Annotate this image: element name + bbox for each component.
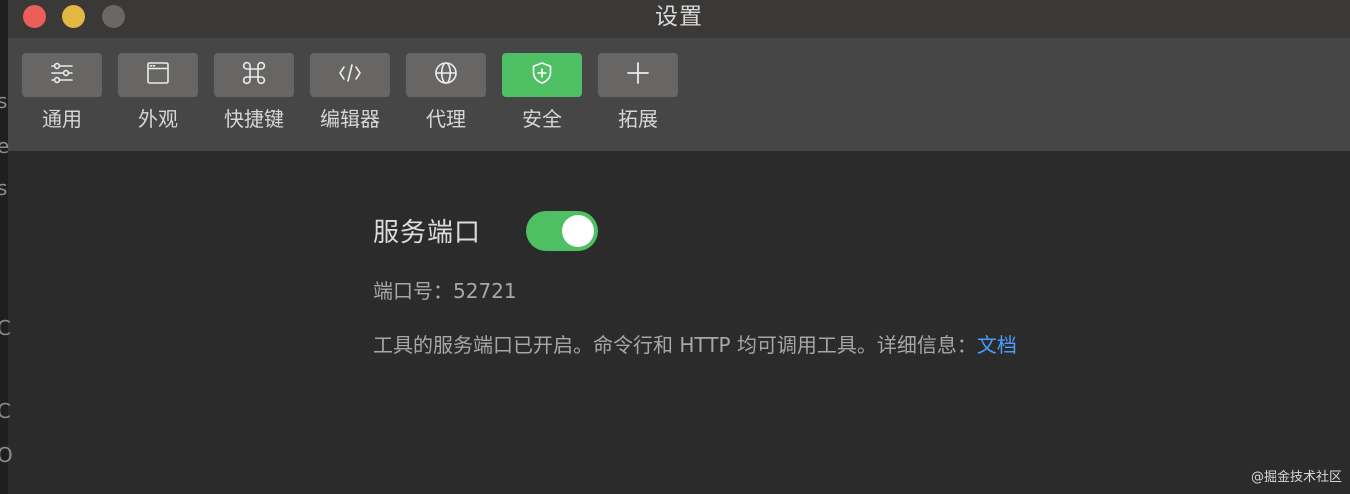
command-icon (241, 60, 267, 90)
plus-icon (625, 60, 651, 90)
tab-proxy-button[interactable] (406, 53, 486, 97)
docs-link[interactable]: 文档 (977, 333, 1017, 357)
tab-appearance-button[interactable] (118, 53, 198, 97)
tab-shortcuts-button[interactable] (214, 53, 294, 97)
tab-security-label: 安全 (522, 107, 562, 131)
tab-security-button[interactable] (502, 53, 582, 97)
edge-glyph: C (0, 399, 11, 423)
service-port-toggle[interactable] (526, 211, 598, 251)
tab-extensions[interactable]: 拓展 (598, 53, 678, 137)
tab-editor-button[interactable] (310, 53, 390, 97)
security-settings-panel: 服务端口 端口号：52721 工具的服务端口已开启。命令行和 HTTP 均可调用… (8, 151, 1350, 494)
service-description-text: 工具的服务端口已开启。命令行和 HTTP 均可调用工具。详细信息： (373, 333, 977, 357)
sliders-icon (49, 60, 75, 90)
tab-extensions-label: 拓展 (618, 107, 658, 131)
window-icon (145, 60, 171, 90)
service-description: 工具的服务端口已开启。命令行和 HTTP 均可调用工具。详细信息：文档 (373, 331, 1017, 359)
port-number-value: 52721 (453, 279, 517, 303)
tab-general-button[interactable] (22, 53, 102, 97)
tab-general-label: 通用 (42, 107, 82, 131)
shield-plus-icon (529, 60, 555, 90)
settings-window: 设置 通用 外观 快捷键 编辑器 代理 安全 拓展 服务端口 端口号：52721… (8, 0, 1350, 494)
title-bar: 设置 (8, 0, 1350, 38)
port-number-label: 端口号： (373, 279, 453, 303)
edge-glyph: O (0, 443, 13, 467)
tab-general[interactable]: 通用 (22, 53, 102, 137)
tab-security[interactable]: 安全 (502, 53, 582, 137)
tab-proxy[interactable]: 代理 (406, 53, 486, 137)
window-title: 设置 (655, 4, 703, 30)
tab-editor-label: 编辑器 (320, 107, 380, 131)
settings-toolbar: 通用 外观 快捷键 编辑器 代理 安全 拓展 (8, 38, 1350, 151)
service-port-label: 服务端口 (373, 218, 482, 248)
tab-proxy-label: 代理 (426, 107, 466, 131)
toggle-knob (562, 215, 594, 247)
edge-glyph: s (0, 89, 8, 113)
tab-appearance[interactable]: 外观 (118, 53, 198, 137)
watermark: @掘金技术社区 (1250, 470, 1342, 485)
tab-extensions-button[interactable] (598, 53, 678, 97)
tab-editor[interactable]: 编辑器 (310, 53, 390, 137)
edge-glyph: s (0, 176, 8, 200)
code-icon (337, 60, 363, 90)
background-window-edge: s e s C C O (0, 0, 13, 494)
tab-shortcuts[interactable]: 快捷键 (214, 53, 294, 137)
tab-shortcuts-label: 快捷键 (224, 107, 284, 131)
port-number-line: 端口号：52721 (373, 277, 517, 305)
edge-glyph: e (0, 134, 10, 158)
globe-icon (433, 60, 459, 90)
edge-glyph: C (0, 316, 11, 340)
tab-appearance-label: 外观 (138, 107, 178, 131)
